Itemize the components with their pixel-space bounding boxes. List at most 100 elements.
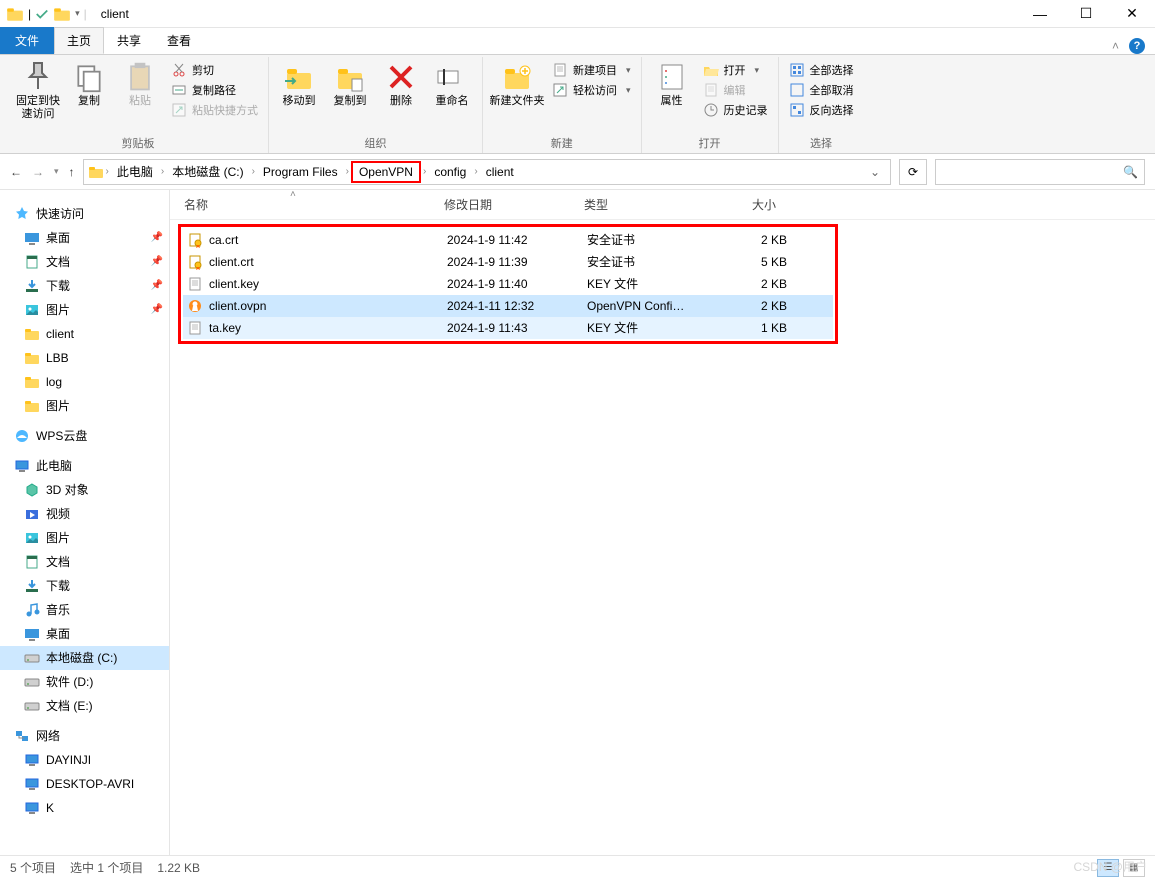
drive-icon [24, 674, 40, 690]
nav-forward-button[interactable]: → [32, 165, 44, 179]
ribbon-collapse[interactable]: ˄ [1112, 39, 1119, 53]
sidebar-net-item[interactable]: DAYINJI [0, 748, 169, 772]
address-bar[interactable]: › 此电脑› 本地磁盘 (C:)› Program Files› OpenVPN… [83, 159, 891, 185]
sidebar-item-label: 音乐 [46, 600, 70, 620]
paste-shortcut-button[interactable]: 粘贴快捷方式 [167, 101, 262, 119]
col-header-date[interactable]: 修改日期 [440, 194, 580, 215]
qat-folder-icon[interactable] [53, 5, 71, 23]
refresh-button[interactable]: ⟳ [899, 159, 927, 185]
col-header-name[interactable]: 名称 [180, 194, 440, 215]
search-input[interactable]: 🔍 [935, 159, 1145, 185]
sidebar-pc-item[interactable]: 图片 [0, 526, 169, 550]
breadcrumb-program-files[interactable]: Program Files [257, 163, 344, 181]
copy-path-button[interactable]: 复制路径 [167, 81, 262, 99]
sidebar-quick-item[interactable]: 文档📌 [0, 250, 169, 274]
sidebar-quick-item[interactable]: 图片📌 [0, 298, 169, 322]
breadcrumb-sep-icon[interactable]: › [474, 166, 477, 177]
copy-to-button[interactable]: 复制到 [326, 57, 374, 108]
pin-to-quick-access-button[interactable]: 固定到快速访问 [14, 57, 62, 121]
breadcrumb-sep-icon[interactable]: › [161, 166, 164, 177]
file-size: 5 KB [707, 253, 787, 271]
delete-button[interactable]: 删除 [377, 57, 425, 108]
file-pane[interactable]: ˄ 名称 修改日期 类型 大小 ca.crt2024-1-9 11:42安全证书… [170, 190, 1155, 855]
sidebar-pc-item[interactable]: 本地磁盘 (C:) [0, 646, 169, 670]
tab-view[interactable]: 查看 [154, 27, 204, 54]
new-item-button[interactable]: 新建项目▾ [548, 61, 635, 79]
select-none-button[interactable]: 全部取消 [785, 81, 858, 99]
sidebar-quick-item[interactable]: 下载📌 [0, 274, 169, 298]
minimize-button[interactable]: — [1017, 0, 1063, 28]
paste-button[interactable]: 粘贴 [116, 57, 164, 108]
file-name: ca.crt [209, 231, 238, 249]
breadcrumb-client[interactable]: client [480, 163, 520, 181]
file-row[interactable]: ta.key2024-1-9 11:43KEY 文件1 KB [183, 317, 833, 339]
column-headers: ˄ 名称 修改日期 类型 大小 [170, 190, 1155, 220]
sidebar-quick-item[interactable]: LBB [0, 346, 169, 370]
tab-home[interactable]: 主页 [54, 27, 104, 54]
nav-up-button[interactable]: ↑ [69, 165, 75, 179]
sidebar-pc-item[interactable]: 视频 [0, 502, 169, 526]
qat-dropdown[interactable]: ▾ [75, 8, 80, 19]
sidebar-quick-item[interactable]: 图片 [0, 394, 169, 418]
sidebar-pc-item[interactable]: 文档 (E:) [0, 694, 169, 718]
col-header-type[interactable]: 类型 [580, 194, 700, 215]
breadcrumb-sep-icon[interactable]: › [346, 166, 349, 177]
breadcrumb-sep-icon[interactable]: › [423, 166, 426, 177]
breadcrumb-config[interactable]: config [428, 163, 472, 181]
copy-button[interactable]: 复制 [65, 57, 113, 108]
rename-button[interactable]: 重命名 [428, 57, 476, 108]
close-button[interactable]: ✕ [1109, 0, 1155, 28]
sidebar-quick-item[interactable]: 桌面📌 [0, 226, 169, 250]
sidebar-this-pc[interactable]: 此电脑 [0, 454, 169, 478]
sidebar-item-label: K [46, 798, 54, 818]
file-row[interactable]: client.ovpn2024-1-11 12:32OpenVPN Confi…… [183, 295, 833, 317]
sidebar-network[interactable]: 网络 [0, 724, 169, 748]
help-icon[interactable]: ? [1129, 38, 1145, 54]
folder-icon [24, 326, 40, 342]
tab-file[interactable]: 文件 [0, 27, 54, 54]
sidebar-pc-item[interactable]: 3D 对象 [0, 478, 169, 502]
maximize-button[interactable]: ☐ [1063, 0, 1109, 28]
breadcrumb-this-pc[interactable]: 此电脑 [111, 161, 159, 182]
address-dropdown[interactable]: ⌄ [864, 165, 886, 179]
sidebar-pc-item[interactable]: 桌面 [0, 622, 169, 646]
select-all-button[interactable]: 全部选择 [785, 61, 858, 79]
breadcrumb-sep-icon[interactable]: › [252, 166, 255, 177]
col-header-size[interactable]: 大小 [700, 194, 780, 215]
tab-share[interactable]: 共享 [104, 27, 154, 54]
easy-access-button[interactable]: 轻松访问▾ [548, 81, 635, 99]
file-row[interactable]: client.key2024-1-9 11:40KEY 文件2 KB [183, 273, 833, 295]
sidebar-item-label: 桌面 [46, 624, 70, 644]
sidebar-pc-item[interactable]: 文档 [0, 550, 169, 574]
history-button[interactable]: 历史记录 [699, 101, 772, 119]
qat-properties-icon[interactable] [35, 7, 49, 21]
edit-button[interactable]: 编辑 [699, 81, 772, 99]
invert-selection-button[interactable]: 反向选择 [785, 101, 858, 119]
3d-icon [24, 482, 40, 498]
file-date: 2024-1-9 11:42 [447, 231, 587, 249]
breadcrumb-sep-icon[interactable]: › [106, 166, 109, 177]
move-to-button[interactable]: 移动到 [275, 57, 323, 108]
sidebar-pc-item[interactable]: 软件 (D:) [0, 670, 169, 694]
sidebar-pc-item[interactable]: 下载 [0, 574, 169, 598]
sidebar-quick-item[interactable]: log [0, 370, 169, 394]
sidebar[interactable]: 快速访问 桌面📌文档📌下载📌图片📌clientLBBlog图片 WPS云盘 此电… [0, 190, 170, 855]
cut-button[interactable]: 剪切 [167, 61, 262, 79]
sidebar-quick-item[interactable]: client [0, 322, 169, 346]
sidebar-net-item[interactable]: DESKTOP-AVRI [0, 772, 169, 796]
nav-recent-dropdown[interactable]: ▾ [54, 166, 59, 177]
sidebar-pc-item[interactable]: 音乐 [0, 598, 169, 622]
open-button[interactable]: 打开▾ [699, 61, 772, 79]
sidebar-quick-access[interactable]: 快速访问 [0, 202, 169, 226]
sidebar-wps-cloud[interactable]: WPS云盘 [0, 424, 169, 448]
nav-back-button[interactable]: ← [10, 165, 22, 179]
sidebar-net-item[interactable]: K [0, 796, 169, 820]
file-row[interactable]: client.crt2024-1-9 11:39安全证书5 KB [183, 251, 833, 273]
sidebar-item-label: 图片 [46, 300, 70, 320]
new-folder-button[interactable]: 新建文件夹 [489, 57, 545, 108]
properties-button[interactable]: 属性 [648, 57, 696, 108]
breadcrumb-openvpn[interactable]: OpenVPN [351, 161, 421, 183]
file-row[interactable]: ca.crt2024-1-9 11:42安全证书2 KB [183, 229, 833, 251]
doc-icon [24, 554, 40, 570]
breadcrumb-drive[interactable]: 本地磁盘 (C:) [166, 161, 249, 182]
